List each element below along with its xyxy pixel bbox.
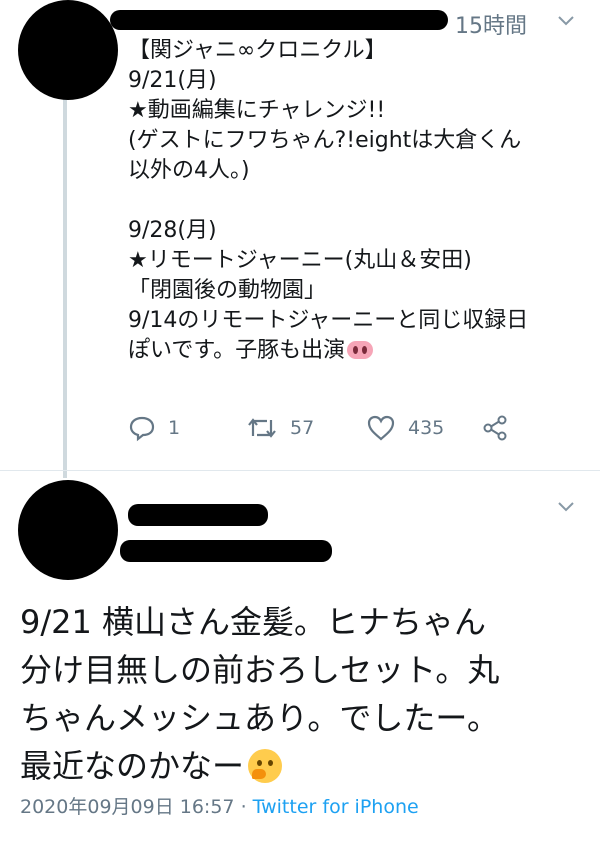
tweet-line: (ゲストにフワちゃん?!eightは大倉くん: [128, 128, 522, 153]
thread-connector-line: [63, 98, 67, 478]
reply-button[interactable]: 1: [128, 414, 180, 442]
reply-icon: [129, 416, 155, 442]
retweet-icon: [248, 418, 276, 438]
tweet-line: ぽいです。子豚も出演: [128, 338, 346, 363]
tweet-line: 「閉園後の動物園」: [128, 278, 327, 303]
chevron-down-icon[interactable]: [556, 10, 576, 36]
reply-count: 1: [168, 417, 181, 439]
tweet-line: 以外の4人。): [128, 158, 250, 183]
retweet-count: 57: [290, 417, 315, 439]
tweet-meta: 2020年09月09日 16:57 · Twitter for iPhone: [20, 792, 419, 819]
thinking-face-icon: [248, 749, 283, 783]
pig-nose-icon: [347, 341, 374, 359]
like-count: 435: [408, 417, 445, 439]
avatar-redacted[interactable]: [18, 480, 118, 580]
tweet-line: ★リモートジャーニー(丸山＆安田): [128, 248, 472, 273]
tweet-line: 分け目無しの前おろしセット。丸: [20, 651, 500, 689]
tweet-line: 【関ジャニ∞クロニクル】: [128, 38, 387, 63]
tweet-line: 9/21(月): [128, 68, 217, 93]
handle-redacted[interactable]: [120, 540, 332, 562]
share-button[interactable]: [482, 414, 510, 442]
tweet-line: ★動画編集にチャレンジ!!: [128, 98, 386, 123]
tweet-line: 9/14のリモートジャーニーと同じ収録日: [128, 308, 529, 333]
tweet-line-with-emoji: 最近なのかなー: [20, 742, 585, 790]
tweet-line-with-emoji: ぽいです。子豚も出演: [128, 336, 578, 366]
focused-tweet-body: 9/21 横山さん金髪。ヒナちゃん 分け目無しの前おろしセット。丸 ちゃんメッシ…: [20, 598, 585, 790]
like-button[interactable]: 435: [366, 414, 444, 442]
meta-separator: ·: [240, 796, 247, 818]
username-redacted[interactable]: [128, 504, 268, 526]
tweet-actions: 1 57 435: [128, 414, 548, 450]
tweet-line: 最近なのかなー: [20, 747, 245, 785]
divider: [0, 470, 600, 471]
username-redacted[interactable]: [110, 10, 448, 30]
chevron-down-icon[interactable]: [556, 496, 576, 522]
tweet-line: 9/28(月): [128, 218, 217, 243]
retweet-button[interactable]: 57: [246, 414, 314, 442]
tweet-body: 【関ジャニ∞クロニクル】 9/21(月) ★動画編集にチャレンジ!! (ゲストに…: [128, 36, 578, 366]
tweet-source-link[interactable]: Twitter for iPhone: [253, 796, 419, 818]
tweet-date[interactable]: 2020年09月09日 16:57: [20, 796, 235, 818]
avatar-redacted[interactable]: [18, 0, 118, 100]
tweet-line: ちゃんメッシュあり。でしたー。: [20, 699, 500, 737]
share-icon: [483, 415, 507, 441]
heart-icon: [367, 415, 395, 441]
tweet-line: 9/21 横山さん金髪。ヒナちゃん: [20, 603, 487, 641]
